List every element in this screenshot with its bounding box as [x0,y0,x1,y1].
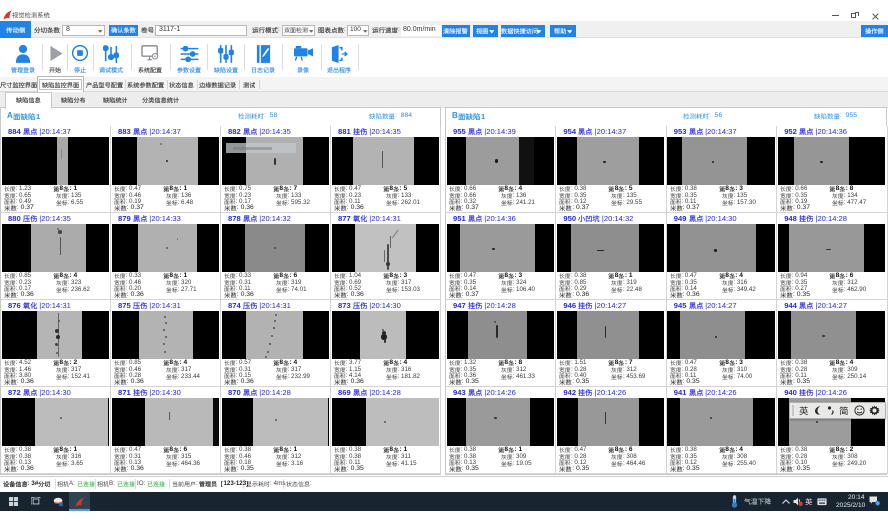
svg-text:6: 6 [877,501,879,505]
